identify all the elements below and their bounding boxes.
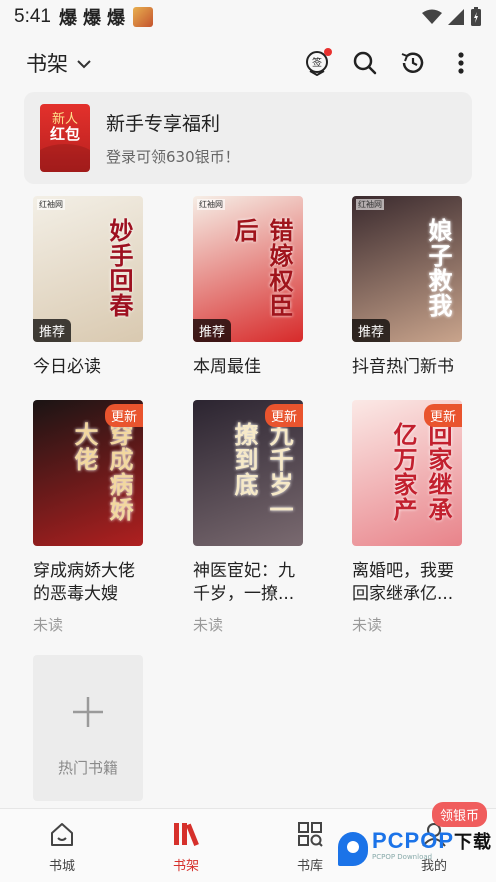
cover-title: 回家继承亿万家产 (389, 422, 453, 522)
cover-title: 娘子救我 (424, 218, 453, 318)
bookshelf-icon (171, 819, 201, 849)
book-item[interactable]: 红袖网 错嫁权臣后 推荐 本周最佳 (193, 196, 305, 379)
banner-subtitle: 登录可领630银币！ (106, 148, 240, 166)
envelope-line2: 红包 (49, 125, 80, 143)
banner-texts: 新手专享福利 登录可领630银币！ (106, 109, 240, 167)
book-item[interactable]: 红袖网 娘子救我 推荐 抖音热门新书 (352, 196, 464, 379)
book-cover[interactable]: 红袖网 妙手回春 推荐 (33, 196, 143, 342)
watermark-suffix: 下载 (454, 832, 493, 853)
claim-coins-badge[interactable]: 领银币 (432, 802, 488, 827)
watermark-logo-icon (338, 832, 368, 866)
book-item[interactable]: 回家继承亿万家产 更新 离婚吧，我要回家继承亿... 未读 (352, 400, 464, 635)
notification-icon: 爆 (58, 8, 77, 29)
updated-tag: 更新 (423, 404, 462, 427)
nav-label: 书架 (172, 859, 199, 874)
add-card-label: 热门书籍 (57, 759, 118, 777)
signal-icon (448, 9, 464, 25)
battery-icon (471, 7, 481, 26)
book-title: 本周最佳 (193, 357, 261, 377)
status-icons (422, 7, 482, 27)
history-button[interactable] (400, 50, 426, 76)
history-icon (401, 52, 424, 73)
search-button[interactable] (352, 50, 378, 76)
book-item[interactable]: 穿成病娇大佬 更新 穿成病娇大佬的恶毒大嫂 未读 (33, 400, 145, 635)
cover-title: 穿成病娇大佬 (70, 422, 134, 522)
nav-bookstore[interactable]: 书城 (17, 809, 107, 882)
cover-title: 妙手回春 (105, 218, 134, 318)
notification-icon: 爆 (106, 8, 125, 29)
book-cover[interactable]: 穿成病娇大佬 更新 (33, 400, 143, 546)
watermark: PCPOP下载 PCPOP Download (338, 830, 493, 866)
book-title: 抖音热门新书 (352, 357, 454, 377)
book-title: 离婚吧，我要回家继承亿... (352, 561, 454, 604)
svg-text:签: 签 (312, 56, 322, 69)
page-title[interactable]: 书架 (26, 48, 68, 78)
status-time: 5:41 (14, 6, 51, 27)
search-icon (353, 51, 377, 75)
add-popular-books-button[interactable]: 热门书籍 (33, 655, 143, 801)
cover-title: 九千岁一撩到底 (230, 422, 294, 522)
book-title: 今日必读 (33, 357, 101, 377)
cover-brand: 红袖网 (37, 199, 65, 210)
book-item[interactable]: 红袖网 妙手回春 推荐 今日必读 (33, 196, 145, 379)
top-header: 书架 签 (0, 40, 496, 86)
read-status: 未读 (33, 616, 64, 634)
status-bar: 5:41 爆 爆 爆 (0, 0, 496, 34)
book-cover[interactable]: 红袖网 娘子救我 推荐 (352, 196, 462, 342)
cover-brand: 红袖网 (197, 199, 225, 210)
sign-in-button[interactable]: 签 (304, 48, 332, 76)
recommend-tag: 推荐 (33, 319, 72, 342)
book-title: 神医宦妃：九千岁，一撩... (193, 561, 295, 604)
cover-title: 错嫁权臣后 (230, 218, 294, 318)
library-icon (295, 819, 325, 849)
recommend-tag: 推荐 (352, 319, 391, 342)
red-envelope-icon: 新人 红包 (40, 104, 90, 172)
app-notification-icon (132, 7, 153, 27)
banner-title: 新手专享福利 (106, 113, 221, 135)
more-button[interactable] (448, 50, 474, 76)
watermark-text: PCPOP下载 PCPOP Download (372, 830, 493, 864)
notification-icon: 爆 (82, 8, 101, 29)
updated-tag: 更新 (264, 404, 303, 427)
recommend-tag: 推荐 (193, 319, 232, 342)
book-item[interactable]: 九千岁一撩到底 更新 神医宦妃：九千岁，一撩... 未读 (193, 400, 305, 635)
nav-label: 书城 (48, 859, 75, 874)
book-cover[interactable]: 九千岁一撩到底 更新 (193, 400, 303, 546)
updated-tag: 更新 (104, 404, 143, 427)
book-cover[interactable]: 回家继承亿万家产 更新 (352, 400, 462, 546)
home-icon (47, 819, 77, 849)
wifi-icon (422, 9, 442, 24)
nav-label: 书库 (296, 859, 323, 874)
cover-brand: 红袖网 (356, 199, 384, 210)
more-vertical-icon (458, 52, 464, 74)
notification-dot (324, 48, 332, 56)
plus-icon (73, 697, 103, 727)
book-cover[interactable]: 红袖网 错嫁权臣后 推荐 (193, 196, 303, 342)
nav-bookshelf[interactable]: 书架 (141, 809, 231, 882)
header-actions: 签 (304, 48, 474, 76)
newbie-welfare-banner[interactable]: 新人 红包 新手专享福利 登录可领630银币！ (24, 92, 472, 184)
book-title: 穿成病娇大佬的恶毒大嫂 (33, 561, 135, 604)
read-status: 未读 (352, 616, 383, 634)
chevron-down-icon[interactable] (76, 59, 92, 69)
read-status: 未读 (193, 616, 224, 634)
